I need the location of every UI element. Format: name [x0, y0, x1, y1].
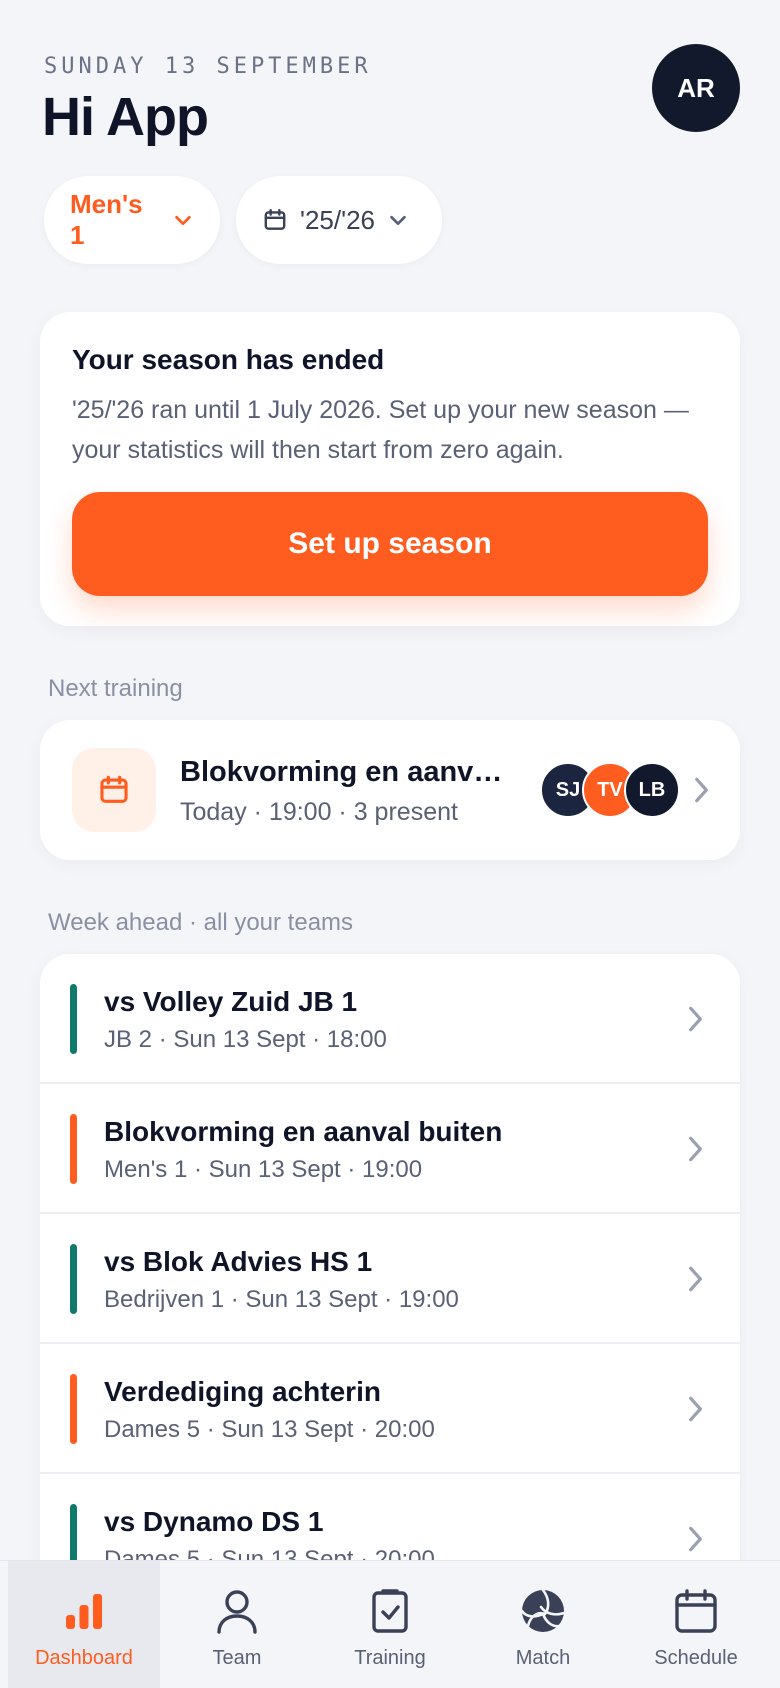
calendar-icon — [675, 1587, 717, 1635]
nav-label: Dashboard — [35, 1647, 133, 1669]
week-ahead-label: Week ahead · all your teams — [48, 909, 354, 936]
season-selector-label: '25/'26 — [300, 204, 375, 235]
event-subtitle: JB 2 · Sun 13 Sept · 18:00 — [104, 1026, 387, 1053]
training-calendar-icon — [72, 748, 156, 832]
event-color-bar — [70, 984, 77, 1054]
event-row[interactable]: vs Blok Advies HS 1 Bedrijven 1 · Sun 13… — [40, 1214, 740, 1344]
nav-label: Team — [212, 1647, 262, 1669]
event-row[interactable]: Verdediging achterin Dames 5 · Sun 13 Se… — [40, 1344, 740, 1474]
event-subtitle: Dames 5 · Sun 13 Sept · 20:00 — [104, 1416, 435, 1443]
event-title: vs Dynamo DS 1 — [104, 1506, 324, 1537]
season-card-text: '25/'26 ran until 1 July 2026. Set up yo… — [72, 396, 689, 464]
nav-dashboard[interactable]: Dashboard — [8, 1561, 160, 1688]
chevron-right-icon — [689, 1396, 702, 1422]
nav-team[interactable]: Team — [161, 1561, 313, 1688]
event-title: vs Blok Advies HS 1 — [104, 1246, 373, 1277]
event-subtitle: Bedrijven 1 · Sun 13 Sept · 19:00 — [104, 1286, 459, 1313]
event-title: Verdediging achterin — [104, 1376, 381, 1407]
profile-avatar[interactable]: AR — [652, 44, 740, 132]
chevron-right-icon — [689, 1136, 702, 1162]
chevron-right-icon — [689, 1526, 702, 1552]
event-color-bar — [70, 1244, 77, 1314]
person-icon — [215, 1587, 259, 1635]
next-training-label: Next training — [48, 675, 183, 702]
event-row[interactable]: Blokvorming en aanval buiten Men's 1 · S… — [40, 1084, 740, 1214]
nav-match[interactable]: Match — [467, 1561, 619, 1688]
nav-label: Match — [515, 1647, 571, 1669]
team-selector[interactable]: Men's 1 — [44, 176, 220, 264]
clipboard-check-icon — [372, 1587, 408, 1635]
bar-chart-icon — [64, 1587, 104, 1635]
chevron-right-icon — [695, 777, 708, 803]
chevron-right-icon — [689, 1006, 702, 1032]
bottom-nav: Dashboard Team Training Match Schedule — [0, 1560, 780, 1688]
event-title: Blokvorming en aanval buiten — [104, 1116, 503, 1147]
event-row[interactable]: vs Volley Zuid JB 1 JB 2 · Sun 13 Sept ·… — [40, 954, 740, 1084]
season-selector[interactable]: '25/'26 — [236, 176, 442, 264]
next-training-card[interactable]: Blokvorming en aanval buiten Today · 19:… — [40, 720, 740, 860]
date-line: SUNDAY 13 SEPTEMBER — [44, 54, 372, 79]
nav-training[interactable]: Training — [314, 1561, 466, 1688]
attendee-avatars: SJ TV LB — [540, 762, 680, 818]
attendee-avatar: LB — [624, 762, 680, 818]
chevron-down-icon — [175, 215, 191, 226]
season-card-title: Your season has ended — [72, 344, 385, 375]
calendar-icon — [264, 209, 286, 230]
chevron-down-icon — [390, 215, 406, 226]
setup-season-button[interactable]: Set up season — [72, 492, 708, 596]
dashboard-screen: SUNDAY 13 SEPTEMBER Hi App AR Men's 1 '2… — [0, 0, 780, 1688]
volleyball-icon — [520, 1587, 566, 1635]
event-title: vs Volley Zuid JB 1 — [104, 986, 358, 1017]
team-selector-label: Men's 1 — [70, 189, 143, 250]
next-training-subtitle: Today · 19:00 · 3 present — [180, 798, 458, 826]
nav-schedule[interactable]: Schedule — [620, 1561, 772, 1688]
nav-label: Schedule — [654, 1647, 738, 1669]
season-ended-card: Your season has ended '25/'26 ran until … — [40, 312, 740, 626]
chevron-right-icon — [689, 1266, 702, 1292]
event-color-bar — [70, 1374, 77, 1444]
next-training-title: Blokvorming en aanval buiten — [180, 756, 510, 788]
nav-label: Training — [354, 1647, 426, 1669]
page-title: Hi App — [42, 87, 209, 147]
event-subtitle: Men's 1 · Sun 13 Sept · 19:00 — [104, 1156, 423, 1183]
event-color-bar — [70, 1114, 77, 1184]
